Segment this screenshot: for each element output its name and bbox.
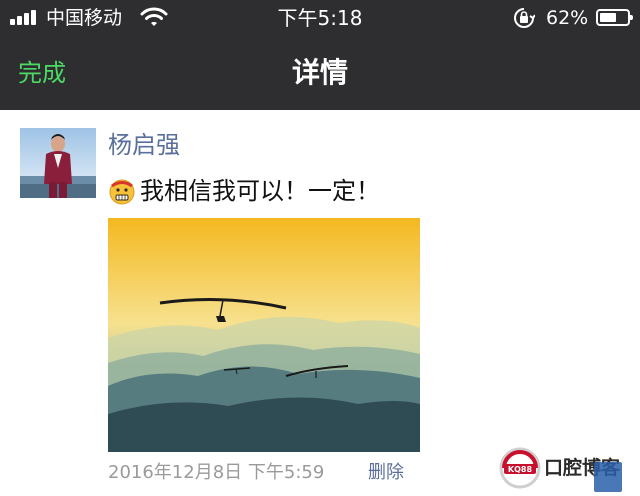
- status-time: 下午5:18: [277, 6, 363, 30]
- delete-button[interactable]: 删除: [368, 462, 404, 484]
- post-content: 我相信我可以！一定！: [108, 174, 380, 208]
- post-timestamp: 2016年12月8日 下午5:59: [108, 462, 325, 483]
- battery-fill: [600, 13, 616, 22]
- orientation-lock-icon: [514, 8, 535, 28]
- battery-icon: [596, 9, 633, 26]
- page-title: 详情: [291, 56, 348, 89]
- kq88-logo: KQ88: [499, 447, 541, 489]
- scroll-indicator: [594, 462, 622, 492]
- avatar[interactable]: [20, 128, 96, 198]
- status-bar: 中国移动 下午5:18 62%: [0, 0, 640, 36]
- hang-gliders-photo: [108, 218, 420, 452]
- post-text: 我相信我可以！一定！: [140, 177, 380, 205]
- post-image[interactable]: [108, 218, 420, 452]
- navigation-bar: 完成 详情: [0, 36, 640, 110]
- grimacing-face-emoji-icon: [109, 179, 135, 205]
- avatar-photo: [20, 128, 96, 198]
- battery-percent: 62%: [546, 7, 589, 29]
- author-name[interactable]: 杨启强: [108, 130, 180, 160]
- svg-text:KQ88: KQ88: [508, 465, 533, 474]
